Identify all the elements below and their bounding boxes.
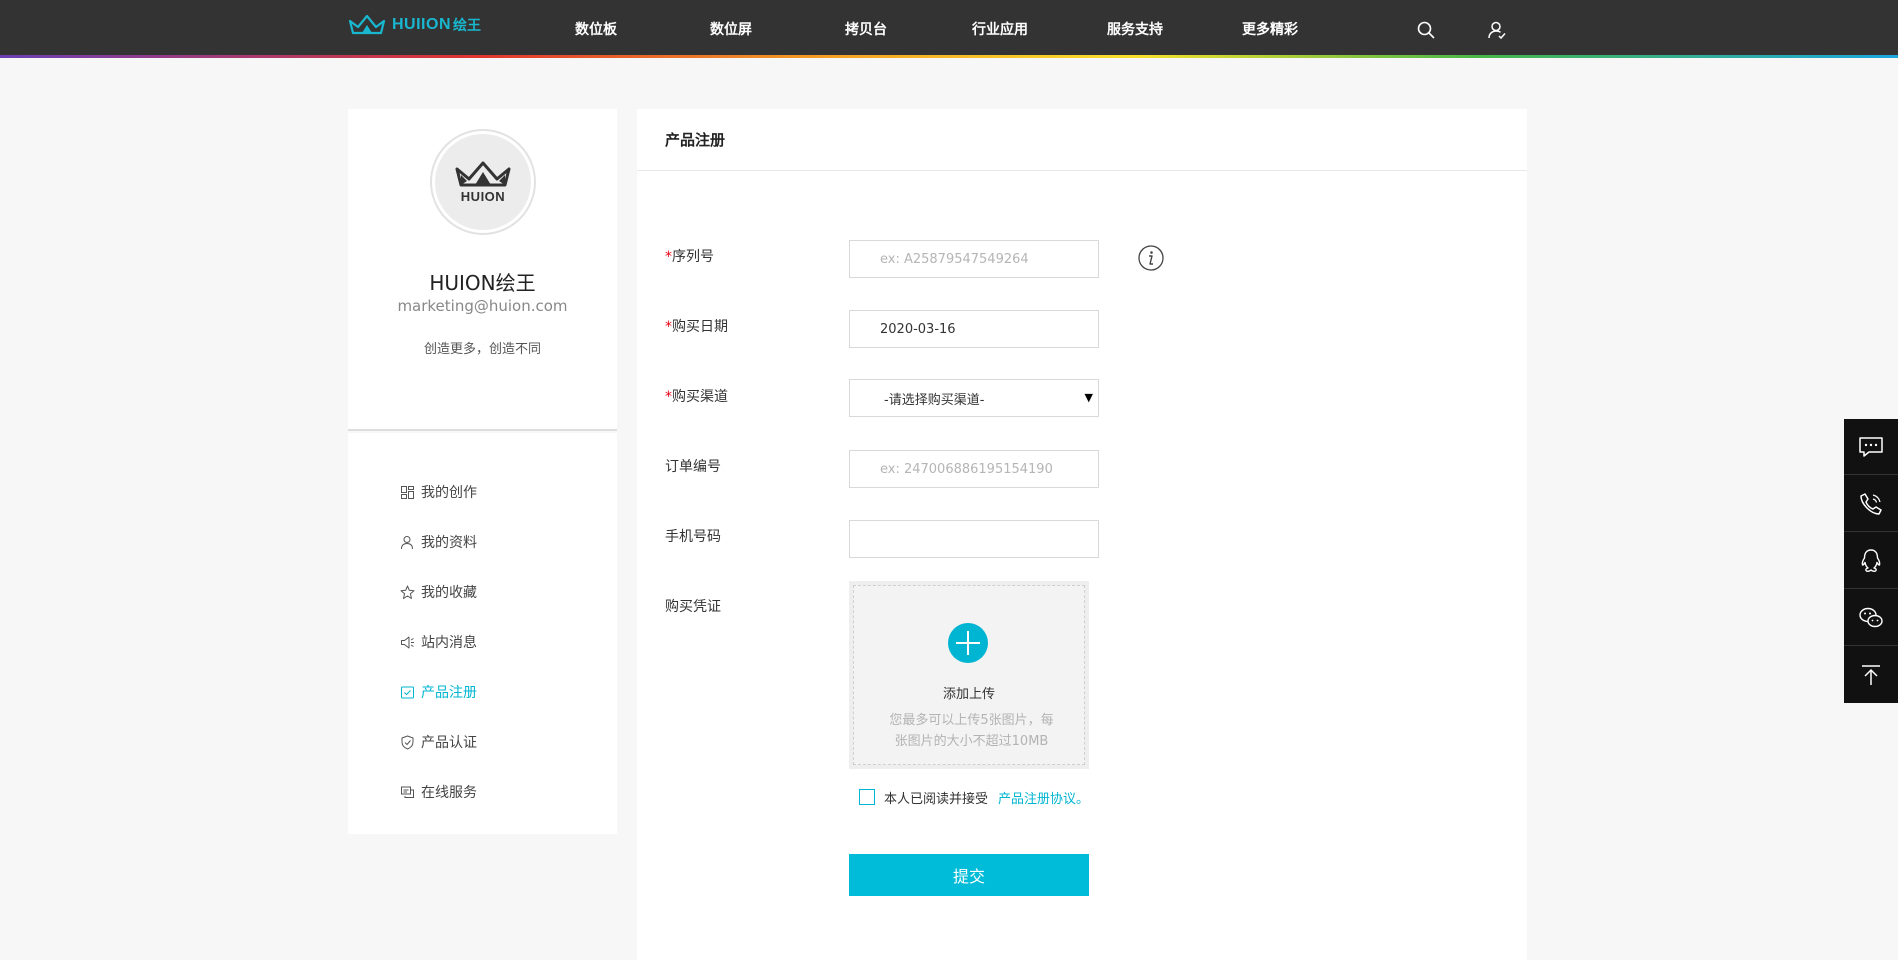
menu-item-my-works[interactable]: 我的创作 [400, 482, 477, 502]
shield-check-icon [401, 735, 414, 749]
user-icon[interactable] [1487, 20, 1507, 40]
floating-toolbar [1844, 419, 1898, 703]
logo-cn-text: 绘王 [453, 18, 481, 34]
required-mark: * [665, 249, 672, 265]
nav-item-industry[interactable]: 行业应用 [972, 19, 1028, 39]
message-button[interactable] [1844, 419, 1898, 475]
avatar-image: HUION [435, 134, 531, 230]
menu-item-my-favorites[interactable]: 我的收藏 [400, 582, 477, 602]
avatar[interactable]: HUION [430, 129, 536, 235]
menu-item-label: 在线服务 [421, 785, 477, 801]
menu-item-label: 我的收藏 [421, 585, 477, 601]
qq-icon [1861, 548, 1881, 572]
user-icon [401, 535, 413, 549]
wechat-icon [1859, 607, 1883, 627]
profile-email: marketing@huion.com [397, 297, 568, 315]
agreement-row: 本人已阅读并接受 产品注册协议。 [859, 787, 1089, 807]
serial-label-text: 序列号 [672, 249, 714, 265]
agreement-text: 本人已阅读并接受 [884, 791, 989, 807]
wechat-button[interactable] [1844, 590, 1898, 646]
grid-icon [401, 485, 414, 499]
required-mark: * [665, 389, 672, 405]
nav-item-light-pads[interactable]: 拷贝台 [845, 19, 887, 39]
profile-slogan: 创造更多，创造不同 [423, 342, 541, 357]
rainbow-divider [0, 55, 1898, 58]
logo-text: HUIION [392, 16, 451, 33]
agreement-checkbox[interactable] [859, 789, 875, 805]
upload-title: 添加上传 [942, 687, 995, 702]
upload-dropzone: 添加上传 您最多可以上传5张图片，每张图片的大小不超过10MB [853, 585, 1085, 765]
menu-item-online-service[interactable]: 在线服务 [400, 782, 477, 802]
order-number-input[interactable] [849, 450, 1099, 488]
purchase-date-label: *购买日期 [665, 316, 728, 336]
menu-item-label: 站内消息 [421, 635, 477, 651]
phone-input[interactable] [849, 520, 1099, 558]
qq-button[interactable] [1844, 533, 1898, 589]
phone-button[interactable] [1844, 476, 1898, 532]
serial-number-input[interactable] [849, 240, 1099, 278]
menu-item-product-registration[interactable]: 产品注册 [400, 682, 477, 702]
submit-button[interactable]: 提交 [849, 854, 1089, 896]
registration-panel: 产品注册 *序列号 *购买日期 *购买渠道 -请选择购买渠道- ▼ 订单编号 手… [637, 109, 1527, 960]
phone-icon [1860, 492, 1882, 515]
purchase-channel-select[interactable]: -请选择购买渠道- ▼ [849, 379, 1099, 417]
avatar-logo-text: HUION [460, 188, 506, 204]
menu-item-messages[interactable]: 站内消息 [400, 632, 477, 652]
channel-label: *购买渠道 [665, 386, 728, 406]
nav-item-more[interactable]: 更多精彩 [1242, 19, 1298, 39]
order-number-label: 订单编号 [665, 459, 721, 475]
menu-item-label: 产品认证 [421, 735, 477, 751]
upload-area[interactable]: 添加上传 您最多可以上传5张图片，每张图片的大小不超过10MB [849, 581, 1089, 769]
profile-name: HUION绘王 [429, 271, 536, 295]
menu-item-label: 产品注册 [421, 685, 477, 701]
side-menu: 我的创作 我的资料 我的收藏 站内消息 产品注册 产品认证 在线服务 [348, 433, 617, 834]
crown-logo-icon [348, 14, 386, 35]
serial-label: *序列号 [665, 246, 714, 266]
channel-selected-value: -请选择购买渠道- [884, 392, 985, 408]
info-icon[interactable] [1137, 244, 1165, 272]
megaphone-icon [401, 636, 414, 648]
agreement-link[interactable]: 产品注册协议。 [998, 788, 1089, 807]
purchase-date-input[interactable] [849, 310, 1099, 348]
phone-label: 手机号码 [665, 529, 721, 545]
check-box-icon [401, 686, 414, 698]
panel-title: 产品注册 [637, 109, 1527, 171]
menu-item-label: 我的资料 [421, 535, 477, 551]
nav-item-pen-displays[interactable]: 数位屏 [710, 19, 752, 39]
crown-logo-icon [455, 161, 511, 186]
chat-icon [401, 786, 414, 798]
nav-item-tablets[interactable]: 数位板 [575, 19, 617, 39]
menu-item-label: 我的创作 [421, 485, 477, 501]
back-to-top-button[interactable] [1844, 647, 1898, 703]
nav-item-support[interactable]: 服务支持 [1107, 19, 1163, 39]
channel-label-text: 购买渠道 [672, 389, 728, 405]
menu-item-product-certification[interactable]: 产品认证 [400, 732, 477, 752]
required-mark: * [665, 319, 672, 335]
add-icon [948, 623, 988, 663]
search-icon[interactable] [1416, 20, 1436, 40]
purchase-proof-label: 购买凭证 [665, 599, 721, 615]
purchase-date-label-text: 购买日期 [672, 319, 728, 335]
profile-card: HUION HUION绘王 marketing@huion.com 创造更多，创… [348, 109, 617, 431]
menu-item-my-profile[interactable]: 我的资料 [400, 532, 477, 552]
top-navigation-bar: HUIION 绘王 数位板 数位屏 拷贝台 行业应用 服务支持 更多精彩 [0, 0, 1898, 58]
back-to-top-icon [1862, 665, 1880, 685]
dropdown-arrow-icon: ▼ [1084, 391, 1093, 404]
upload-hint: 您最多可以上传5张图片，每张图片的大小不超过10MB [889, 713, 1054, 749]
huion-logo[interactable]: HUIION 绘王 [348, 12, 481, 38]
star-icon [400, 585, 415, 599]
message-icon [1859, 436, 1883, 457]
